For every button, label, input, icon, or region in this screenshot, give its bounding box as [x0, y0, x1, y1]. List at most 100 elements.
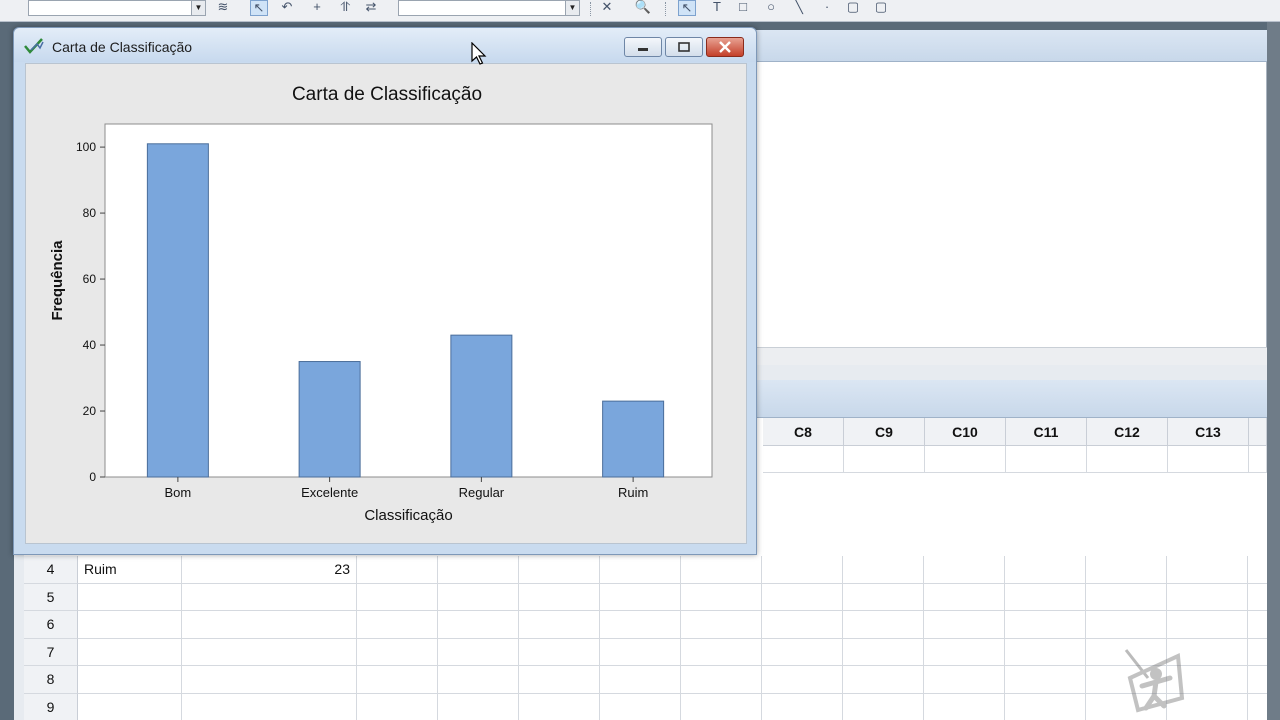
point-tool-icon[interactable]: ·	[818, 0, 836, 16]
column-name-cell[interactable]	[1249, 446, 1267, 473]
cell-empty[interactable]	[1005, 693, 1086, 720]
column-name-cell[interactable]	[1087, 446, 1168, 473]
cell-empty[interactable]	[357, 693, 438, 720]
cell-empty[interactable]	[1167, 611, 1248, 639]
row-number[interactable]: 6	[24, 611, 78, 639]
cell-empty[interactable]	[519, 556, 600, 584]
cell-empty[interactable]	[357, 666, 438, 694]
column-name-cell[interactable]	[1006, 446, 1087, 473]
cell-empty[interactable]	[762, 583, 843, 611]
row-number[interactable]: 9	[24, 693, 78, 720]
row-number[interactable]: 8	[24, 666, 78, 694]
chevron-down-icon[interactable]: ▼	[191, 1, 205, 15]
cell-empty[interactable]	[762, 693, 843, 720]
column-header-c8[interactable]: C8	[763, 418, 844, 446]
cell-empty[interactable]	[1005, 583, 1086, 611]
cell-empty[interactable]	[1248, 694, 1267, 720]
zoom-icon[interactable]: 🔍	[634, 0, 652, 16]
column-name-cell[interactable]	[925, 446, 1006, 473]
chart-plot-area[interactable]: Carta de Classificação 0 20 40 60 80 100 Bom Ex…	[25, 63, 747, 544]
cell-empty[interactable]	[1248, 584, 1267, 611]
line-tool-icon[interactable]: ╲	[790, 0, 808, 16]
cell-empty[interactable]	[843, 666, 924, 694]
undo-icon[interactable]: ↶	[278, 0, 296, 16]
cell-empty[interactable]	[843, 638, 924, 666]
close-button[interactable]	[706, 37, 744, 57]
text-tool-icon[interactable]: T	[708, 0, 726, 16]
cell-empty[interactable]	[438, 611, 519, 639]
chart-window-titlebar[interactable]: Carta de Classificação	[14, 28, 756, 62]
cell-empty[interactable]	[924, 611, 1005, 639]
cell-empty[interactable]	[762, 611, 843, 639]
cell-empty[interactable]	[600, 666, 681, 694]
cell-empty[interactable]	[843, 611, 924, 639]
cell-empty[interactable]	[762, 638, 843, 666]
chart-window[interactable]: Carta de Classificação Carta de Classifi…	[13, 27, 757, 555]
polygon-tool-icon[interactable]: ▢	[844, 0, 862, 16]
cell-empty[interactable]	[600, 583, 681, 611]
cell-empty[interactable]	[1086, 611, 1167, 639]
cell-empty[interactable]	[357, 583, 438, 611]
cell-c2[interactable]	[182, 666, 357, 694]
toolbar-combo-right[interactable]: ▼	[398, 0, 580, 16]
cell-empty[interactable]	[1005, 638, 1086, 666]
cell-empty[interactable]	[1248, 666, 1267, 694]
cell-empty[interactable]	[357, 611, 438, 639]
cell-c2[interactable]	[182, 693, 357, 720]
minimize-button[interactable]	[624, 37, 662, 57]
cell-empty[interactable]	[438, 666, 519, 694]
cell-empty[interactable]	[843, 556, 924, 584]
row-number[interactable]: 7	[24, 638, 78, 666]
cell-c1[interactable]	[78, 583, 182, 611]
row-number[interactable]: 4	[24, 556, 78, 584]
bar-chart[interactable]: 0 20 40 60 80 100 Bom Excelente Regular Ruim Class…	[26, 64, 748, 545]
cell-empty[interactable]	[600, 556, 681, 584]
cell-empty[interactable]	[681, 666, 762, 694]
crosshair-icon[interactable]: +	[308, 0, 326, 16]
row-number[interactable]: 5	[24, 583, 78, 611]
ellipse-tool-icon[interactable]: ○	[762, 0, 780, 16]
swap-icon[interactable]: ⇄	[362, 0, 380, 16]
cell-empty[interactable]	[924, 666, 1005, 694]
cell-empty[interactable]	[1248, 611, 1267, 639]
column-header-c9[interactable]: C9	[844, 418, 925, 446]
cell-empty[interactable]	[1248, 639, 1267, 666]
cell-empty[interactable]	[1167, 556, 1248, 584]
column-header-c13[interactable]: C13	[1168, 418, 1249, 446]
column-header-c10[interactable]: C10	[925, 418, 1006, 446]
cell-c1[interactable]: Ruim	[78, 556, 182, 584]
cell-c2[interactable]	[182, 583, 357, 611]
toolbar-combo-left[interactable]: ▼	[28, 0, 206, 16]
column-header-c12[interactable]: C12	[1087, 418, 1168, 446]
cell-empty[interactable]	[519, 583, 600, 611]
cell-empty[interactable]	[1086, 583, 1167, 611]
maximize-button[interactable]	[665, 37, 703, 57]
cell-empty[interactable]	[924, 638, 1005, 666]
cell-empty[interactable]	[438, 638, 519, 666]
cell-empty[interactable]	[519, 693, 600, 720]
cell-c1[interactable]	[78, 666, 182, 694]
cell-empty[interactable]	[681, 693, 762, 720]
cell-empty[interactable]	[438, 556, 519, 584]
cell-empty[interactable]	[924, 693, 1005, 720]
cell-empty[interactable]	[519, 666, 600, 694]
cell-empty[interactable]	[1167, 583, 1248, 611]
cell-empty[interactable]	[1005, 611, 1086, 639]
cell-empty[interactable]	[1248, 556, 1267, 584]
cell-empty[interactable]	[924, 556, 1005, 584]
cell-c1[interactable]	[78, 693, 182, 720]
cell-empty[interactable]	[600, 611, 681, 639]
close-x-icon[interactable]: ✕	[598, 0, 616, 16]
select-tool-icon[interactable]: ↖	[678, 0, 696, 16]
cell-c2[interactable]: 23	[182, 556, 357, 584]
pointer-icon[interactable]: ⥣	[336, 0, 354, 16]
cell-empty[interactable]	[681, 583, 762, 611]
cell-empty[interactable]	[1086, 556, 1167, 584]
cell-empty[interactable]	[924, 583, 1005, 611]
cell-c1[interactable]	[78, 638, 182, 666]
brush-icon[interactable]: ≋	[214, 0, 232, 16]
column-name-cell[interactable]	[844, 446, 925, 473]
cell-empty[interactable]	[762, 556, 843, 584]
chevron-down-icon[interactable]: ▼	[565, 1, 579, 15]
cell-empty[interactable]	[681, 556, 762, 584]
